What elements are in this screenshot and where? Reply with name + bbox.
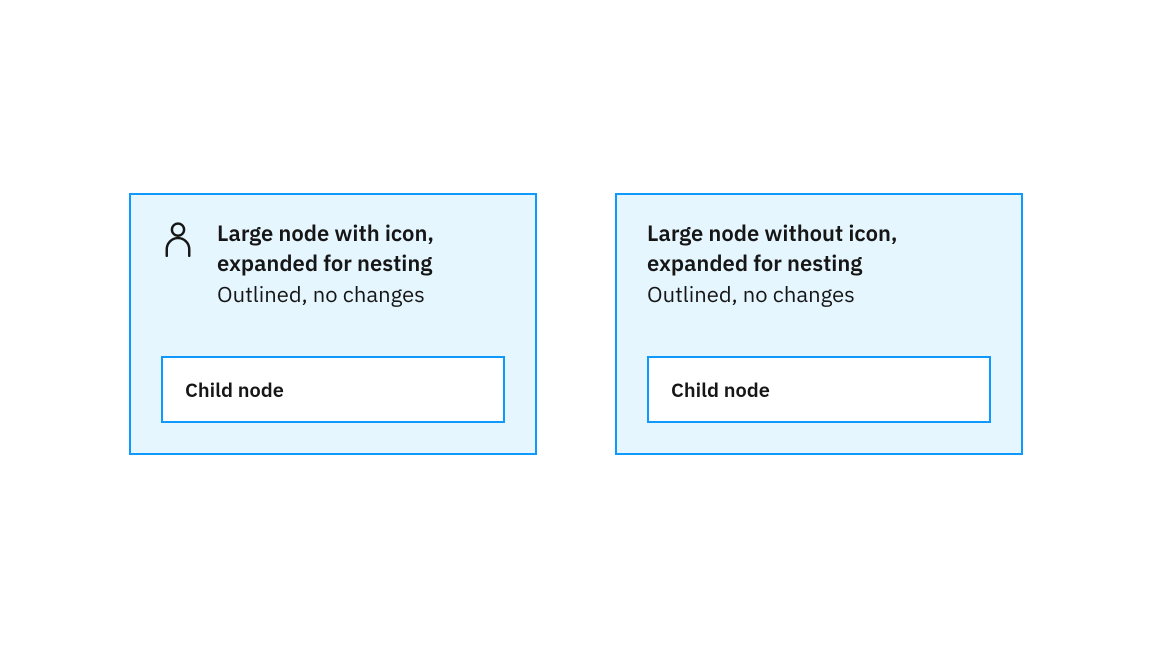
- node-subtitle: Outlined, no changes: [217, 280, 434, 310]
- node-text: Large node with icon, expanded for nesti…: [217, 219, 434, 310]
- child-node: Child node: [161, 356, 505, 423]
- node-subtitle: Outlined, no changes: [647, 280, 898, 310]
- node-card-with-icon: Large node with icon, expanded for nesti…: [129, 193, 537, 455]
- node-title-line2: expanded for nesting: [217, 249, 434, 279]
- node-header: Large node without icon, expanded for ne…: [647, 219, 991, 310]
- node-title-line1: Large node with icon,: [217, 219, 434, 249]
- child-node-label: Child node: [185, 376, 481, 403]
- node-text: Large node without icon, expanded for ne…: [647, 219, 898, 310]
- node-title-line1: Large node without icon,: [647, 219, 898, 249]
- node-header: Large node with icon, expanded for nesti…: [161, 219, 505, 310]
- node-card-without-icon: Large node without icon, expanded for ne…: [615, 193, 1023, 455]
- child-node: Child node: [647, 356, 991, 423]
- child-node-label: Child node: [671, 376, 967, 403]
- node-title-line2: expanded for nesting: [647, 249, 898, 279]
- user-icon: [161, 219, 195, 259]
